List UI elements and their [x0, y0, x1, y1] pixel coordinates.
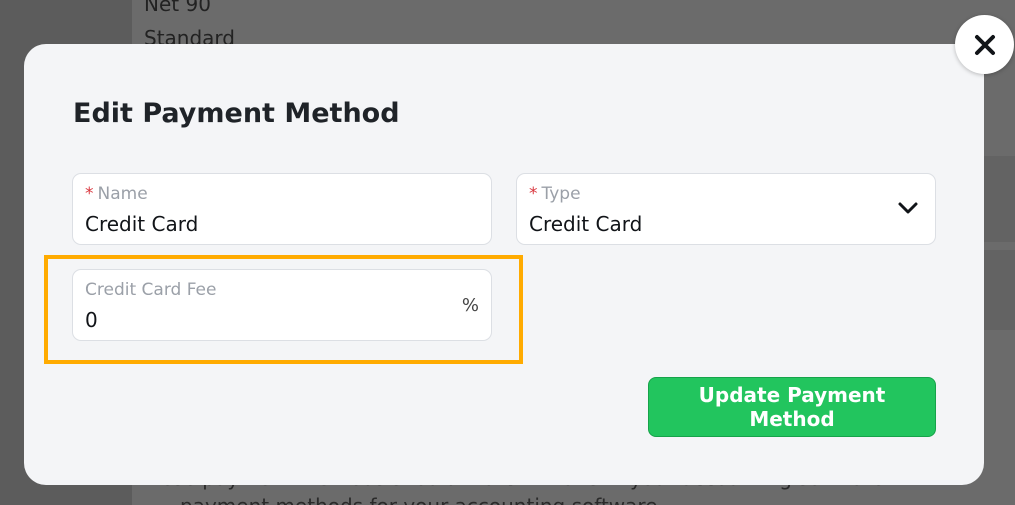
background-footer-text: payment methods for your accounting soft…: [180, 494, 658, 505]
type-select-value[interactable]: Credit Card: [529, 212, 642, 236]
name-label-text: Name: [97, 184, 148, 204]
modal-title: Edit Payment Method: [73, 98, 400, 129]
chevron-down-icon[interactable]: [897, 200, 919, 216]
background-text-line: Net 90: [144, 0, 211, 16]
close-button[interactable]: [955, 15, 1014, 74]
credit-card-fee-field[interactable]: Credit Card Fee 0 %: [72, 269, 492, 341]
page: Net 90 Standard These payment methods sh…: [0, 0, 1015, 505]
update-payment-method-button[interactable]: Update Payment Method: [648, 377, 936, 437]
close-icon[interactable]: [974, 34, 996, 56]
edit-payment-method-modal: Edit Payment Method * Name Credit Card * T…: [24, 44, 984, 485]
percent-suffix: %: [461, 295, 479, 316]
type-select[interactable]: * Type Credit Card: [516, 173, 936, 245]
credit-card-fee-label: Credit Card Fee: [85, 280, 217, 300]
name-field-label: * Name: [85, 184, 148, 204]
name-field[interactable]: * Name Credit Card: [72, 173, 492, 245]
background-block: [984, 156, 1015, 242]
name-field-value[interactable]: Credit Card: [85, 212, 198, 236]
type-field-label: * Type: [529, 184, 581, 204]
required-mark: *: [85, 184, 94, 204]
required-mark: *: [529, 184, 538, 204]
background-block: [984, 250, 1015, 330]
type-label-text: Type: [541, 184, 581, 204]
credit-card-fee-value[interactable]: 0: [85, 308, 98, 332]
